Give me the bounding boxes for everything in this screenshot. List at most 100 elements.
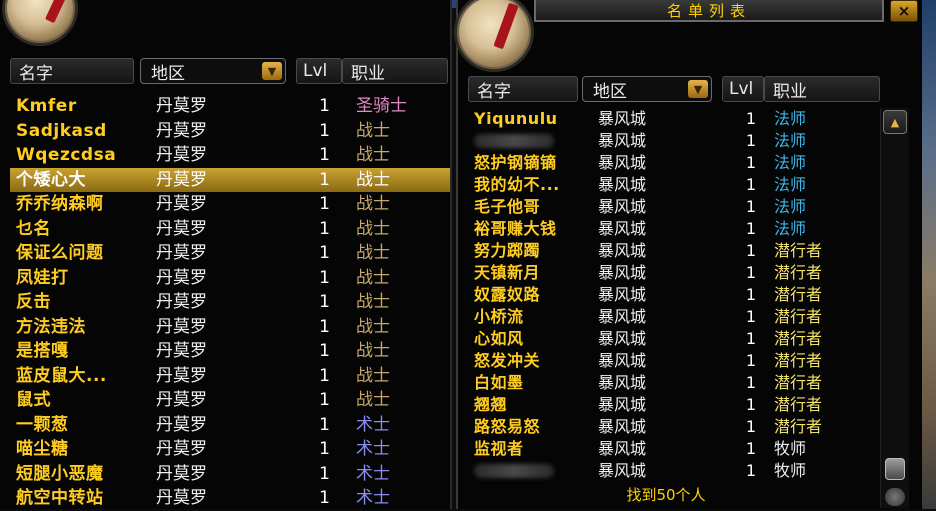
player-name: 乜名 — [16, 218, 51, 239]
player-zone: 暴风城 — [598, 351, 647, 370]
player-name: 天镇新月 — [474, 263, 541, 282]
column-header-name[interactable]: 名字 — [468, 76, 578, 102]
player-class: 牧师 — [774, 439, 807, 458]
list-item[interactable]: 白如墨 暴风城 1 潜行者 — [468, 372, 878, 394]
scrollbar[interactable]: ▲ — [880, 108, 909, 508]
list-item[interactable]: 短腿小恶魔 丹莫罗 1 术士 — [10, 462, 450, 487]
player-level: 1 — [745, 395, 756, 414]
player-zone: 暴风城 — [598, 417, 647, 436]
player-name: 白如墨 — [474, 373, 524, 392]
redacted-name — [474, 464, 554, 478]
player-class: 法师 — [774, 175, 807, 194]
list-item[interactable]: 凤娃打 丹莫罗 1 战士 — [10, 266, 450, 291]
player-zone: 暴风城 — [598, 197, 647, 216]
player-name: 监视者 — [474, 439, 524, 458]
player-class: 潜行者 — [774, 329, 823, 348]
player-class: 潜行者 — [774, 373, 823, 392]
zone-dropdown[interactable]: 地区 ▼ — [140, 58, 286, 84]
column-header-class[interactable]: 职业 — [342, 58, 448, 84]
column-header-level[interactable]: Lvl — [722, 76, 764, 102]
list-item[interactable]: 心如风 暴风城 1 潜行者 — [468, 328, 878, 350]
player-name: 方法违法 — [16, 316, 86, 337]
list-item[interactable]: 方法违法 丹莫罗 1 战士 — [10, 315, 450, 340]
list-item[interactable]: 是搭嘎 丹莫罗 1 战士 — [10, 339, 450, 364]
player-class: 牧师 — [774, 461, 807, 480]
list-item[interactable]: 蓝皮鼠大... 丹莫罗 1 战士 — [10, 364, 450, 389]
list-item[interactable]: 个矮心大 丹莫罗 1 战士 — [10, 167, 450, 192]
scroll-portrait-icon — [2, 0, 78, 46]
player-level: 1 — [319, 414, 330, 435]
player-class: 战士 — [356, 169, 390, 190]
list-item[interactable]: 我的幼不... 暴风城 1 法师 — [468, 174, 878, 196]
list-item[interactable]: 鼠式 丹莫罗 1 战士 — [10, 388, 450, 413]
player-zone: 暴风城 — [598, 329, 647, 348]
player-level: 1 — [319, 316, 330, 337]
list-item[interactable]: 一颗葱 丹莫罗 1 术士 — [10, 413, 450, 438]
player-zone: 暴风城 — [598, 439, 647, 458]
player-class: 潜行者 — [774, 351, 823, 370]
player-level: 1 — [319, 488, 330, 508]
list-item[interactable]: 保证么问题 丹莫罗 1 战士 — [10, 241, 450, 266]
player-zone: 丹莫罗 — [156, 243, 207, 263]
list-item[interactable]: 翘翘 暴风城 1 潜行者 — [468, 394, 878, 416]
scroll-up-button[interactable]: ▲ — [883, 110, 907, 134]
result-count: 找到50个人 — [626, 486, 706, 504]
player-zone: 丹莫罗 — [156, 488, 207, 508]
list-item[interactable]: 裕哥赚大钱 暴风城 1 法师 — [468, 218, 878, 240]
list-item[interactable]: 反击 丹莫罗 1 战士 — [10, 290, 450, 315]
list-item[interactable]: 路怒易怒 暴风城 1 潜行者 — [468, 416, 878, 438]
scroll-thumb[interactable] — [885, 458, 905, 480]
player-name: 是搭嘎 — [16, 341, 69, 361]
list-item[interactable]: 小桥流 暴风城 1 潜行者 — [468, 306, 878, 328]
player-class: 术士 — [356, 488, 390, 508]
list-item[interactable]: Wqezcdsa 丹莫罗 1 战士 — [10, 143, 450, 168]
player-class: 战士 — [356, 243, 390, 263]
player-class: 战士 — [356, 292, 390, 312]
list-item[interactable]: 乔乔纳森啊 丹莫罗 1 战士 — [10, 192, 450, 217]
player-name: Sadjkasd — [16, 120, 107, 141]
player-class: 战士 — [356, 390, 390, 410]
player-level: 1 — [745, 175, 756, 194]
list-item[interactable]: 暴风城 1 法师 — [468, 130, 878, 152]
player-name: 怒护钢镝镝 — [474, 153, 557, 172]
player-zone: 暴风城 — [598, 109, 647, 128]
player-class: 战士 — [356, 267, 390, 288]
zone-dropdown[interactable]: 地区 ▼ — [582, 76, 712, 102]
player-level: 1 — [745, 219, 756, 238]
player-zone: 暴风城 — [598, 263, 647, 282]
player-class: 战士 — [356, 341, 390, 361]
player-class: 潜行者 — [774, 241, 823, 260]
list-item[interactable]: Yiqunulu 暴风城 1 法师 — [468, 108, 878, 130]
list-item[interactable]: 怒护钢镝镝 暴风城 1 法师 — [468, 152, 878, 174]
player-level: 1 — [745, 373, 756, 392]
chevron-down-icon: ▼ — [262, 62, 282, 80]
list-item[interactable]: 努力踯躅 暴风城 1 潜行者 — [468, 240, 878, 262]
list-item[interactable]: 奴露奴路 暴风城 1 潜行者 — [468, 284, 878, 306]
player-zone: 丹莫罗 — [156, 194, 207, 214]
column-header-level[interactable]: Lvl — [296, 58, 342, 84]
player-zone: 丹莫罗 — [156, 292, 207, 312]
player-name: 毛子他哥 — [474, 197, 541, 216]
column-header-class[interactable]: 职业 — [764, 76, 880, 102]
list-item[interactable]: 喵尘糖 丹莫罗 1 术士 — [10, 437, 450, 462]
list-item[interactable]: 监视者 暴风城 1 牧师 — [468, 438, 878, 460]
list-item[interactable]: Sadjkasd 丹莫罗 1 战士 — [10, 119, 450, 144]
list-item[interactable]: 天镇新月 暴风城 1 潜行者 — [468, 262, 878, 284]
list-item[interactable]: 航空中转站 丹莫罗 1 术士 — [10, 486, 450, 511]
player-name: 翘翘 — [474, 395, 508, 414]
column-header-name[interactable]: 名字 — [10, 58, 134, 84]
close-button[interactable]: × — [890, 0, 918, 22]
list-item[interactable]: Kmfer 丹莫罗 1 圣骑士 — [10, 94, 450, 119]
list-item[interactable]: 怒发冲关 暴风城 1 潜行者 — [468, 350, 878, 372]
player-class: 法师 — [774, 153, 807, 172]
list-item[interactable]: 暴风城 1 牧师 — [468, 460, 878, 482]
player-class: 潜行者 — [774, 417, 823, 436]
player-name: 怒发冲关 — [474, 351, 541, 370]
player-name: 我的幼不... — [474, 175, 560, 194]
list-item[interactable]: 乜名 丹莫罗 1 战士 — [10, 217, 450, 242]
player-class: 法师 — [774, 109, 807, 128]
player-level: 1 — [319, 267, 330, 288]
player-name: 反击 — [16, 292, 51, 312]
list-item[interactable]: 毛子他哥 暴风城 1 法师 — [468, 196, 878, 218]
player-name: 航空中转站 — [16, 488, 104, 508]
